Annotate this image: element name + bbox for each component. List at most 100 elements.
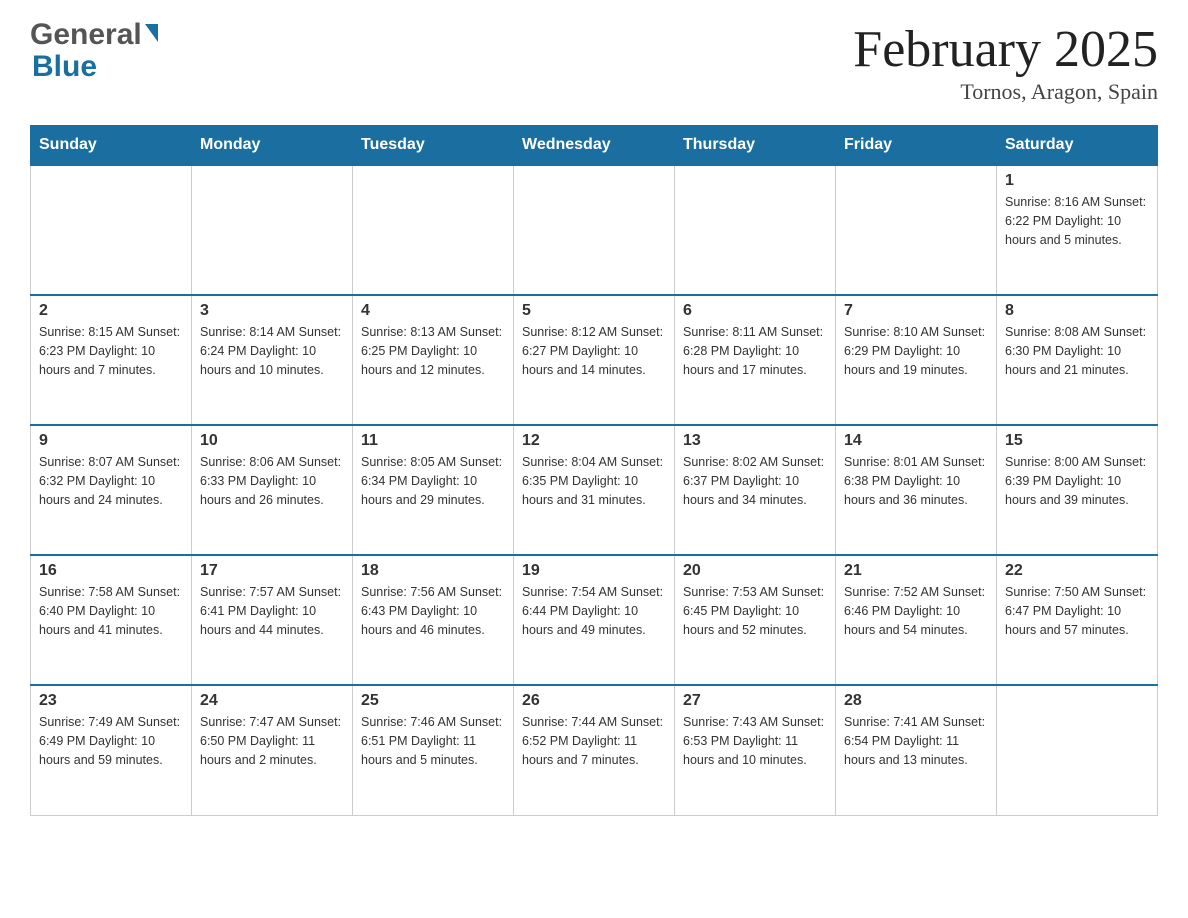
calendar-cell	[192, 165, 353, 295]
calendar-cell: 17 Sunrise: 7:57 AM Sunset: 6:41 PM Dayli…	[192, 555, 353, 685]
day-info: Sunrise: 7:52 AM Sunset: 6:46 PM Dayligh…	[844, 583, 988, 639]
day-number: 6	[683, 302, 827, 320]
calendar-cell: 6 Sunrise: 8:11 AM Sunset: 6:28 PM Daylig…	[675, 295, 836, 425]
day-number: 23	[39, 692, 183, 710]
calendar-cell: 7 Sunrise: 8:10 AM Sunset: 6:29 PM Daylig…	[836, 295, 997, 425]
calendar-cell: 26 Sunrise: 7:44 AM Sunset: 6:52 PM Dayli…	[514, 685, 675, 815]
day-info: Sunrise: 7:47 AM Sunset: 6:50 PM Dayligh…	[200, 713, 344, 769]
day-number: 11	[361, 432, 505, 450]
day-number: 3	[200, 302, 344, 320]
calendar-cell: 8 Sunrise: 8:08 AM Sunset: 6:30 PM Daylig…	[997, 295, 1158, 425]
calendar-cell: 3 Sunrise: 8:14 AM Sunset: 6:24 PM Daylig…	[192, 295, 353, 425]
day-info: Sunrise: 7:50 AM Sunset: 6:47 PM Dayligh…	[1005, 583, 1149, 639]
day-info: Sunrise: 7:49 AM Sunset: 6:49 PM Dayligh…	[39, 713, 183, 769]
day-info: Sunrise: 7:57 AM Sunset: 6:41 PM Dayligh…	[200, 583, 344, 639]
calendar-cell: 12 Sunrise: 8:04 AM Sunset: 6:35 PM Dayli…	[514, 425, 675, 555]
calendar-cell: 18Sunrise: 7:56 AM Sunset: 6:43 PM Dayli…	[353, 555, 514, 685]
day-info: Sunrise: 7:46 AM Sunset: 6:51 PM Dayligh…	[361, 713, 505, 769]
day-number: 2	[39, 302, 183, 320]
day-info: Sunrise: 8:12 AM Sunset: 6:27 PM Dayligh…	[522, 323, 666, 379]
calendar-cell: 13 Sunrise: 8:02 AM Sunset: 6:37 PM Dayli…	[675, 425, 836, 555]
day-info: Sunrise: 8:04 AM Sunset: 6:35 PM Dayligh…	[522, 453, 666, 509]
day-number: 8	[1005, 302, 1149, 320]
day-number: 20	[683, 562, 827, 580]
day-header-thursday: Thursday	[675, 126, 836, 166]
logo-general-text: General	[30, 20, 142, 50]
title-block: February 2025 Tornos, Aragon, Spain	[853, 20, 1158, 105]
calendar-cell	[353, 165, 514, 295]
day-number: 1	[1005, 172, 1149, 190]
logo: General Blue	[30, 20, 158, 84]
calendar-cell	[836, 165, 997, 295]
day-info: Sunrise: 8:15 AM Sunset: 6:23 PM Dayligh…	[39, 323, 183, 379]
calendar-cell: 28 Sunrise: 7:41 AM Sunset: 6:54 PM Dayli…	[836, 685, 997, 815]
calendar-cell: 2 Sunrise: 8:15 AM Sunset: 6:23 PM Daylig…	[31, 295, 192, 425]
calendar-cell	[514, 165, 675, 295]
day-number: 22	[1005, 562, 1149, 580]
day-info: Sunrise: 8:16 AM Sunset: 6:22 PM Dayligh…	[1005, 193, 1149, 249]
day-number: 13	[683, 432, 827, 450]
day-info: Sunrise: 8:10 AM Sunset: 6:29 PM Dayligh…	[844, 323, 988, 379]
day-header-tuesday: Tuesday	[353, 126, 514, 166]
calendar-cell: 21 Sunrise: 7:52 AM Sunset: 6:46 PM Dayli…	[836, 555, 997, 685]
week-row-1: 1 Sunrise: 8:16 AM Sunset: 6:22 PM Daylig…	[31, 165, 1158, 295]
day-info: Sunrise: 8:02 AM Sunset: 6:37 PM Dayligh…	[683, 453, 827, 509]
day-info: Sunrise: 8:11 AM Sunset: 6:28 PM Dayligh…	[683, 323, 827, 379]
calendar-cell: 11Sunrise: 8:05 AM Sunset: 6:34 PM Dayli…	[353, 425, 514, 555]
calendar-cell: 14 Sunrise: 8:01 AM Sunset: 6:38 PM Dayli…	[836, 425, 997, 555]
day-info: Sunrise: 8:07 AM Sunset: 6:32 PM Dayligh…	[39, 453, 183, 509]
calendar-body: 1 Sunrise: 8:16 AM Sunset: 6:22 PM Daylig…	[31, 165, 1158, 815]
day-number: 17	[200, 562, 344, 580]
calendar-cell: 1 Sunrise: 8:16 AM Sunset: 6:22 PM Daylig…	[997, 165, 1158, 295]
calendar-cell	[31, 165, 192, 295]
day-number: 27	[683, 692, 827, 710]
day-info: Sunrise: 8:08 AM Sunset: 6:30 PM Dayligh…	[1005, 323, 1149, 379]
day-number: 21	[844, 562, 988, 580]
calendar-cell: 20Sunrise: 7:53 AM Sunset: 6:45 PM Dayli…	[675, 555, 836, 685]
day-number: 7	[844, 302, 988, 320]
day-info: Sunrise: 8:06 AM Sunset: 6:33 PM Dayligh…	[200, 453, 344, 509]
day-number: 24	[200, 692, 344, 710]
day-info: Sunrise: 8:01 AM Sunset: 6:38 PM Dayligh…	[844, 453, 988, 509]
day-info: Sunrise: 7:41 AM Sunset: 6:54 PM Dayligh…	[844, 713, 988, 769]
calendar-cell: 25Sunrise: 7:46 AM Sunset: 6:51 PM Dayli…	[353, 685, 514, 815]
calendar-cell: 5Sunrise: 8:12 AM Sunset: 6:27 PM Daylig…	[514, 295, 675, 425]
day-header-wednesday: Wednesday	[514, 126, 675, 166]
calendar-cell: 9 Sunrise: 8:07 AM Sunset: 6:32 PM Daylig…	[31, 425, 192, 555]
week-row-5: 23 Sunrise: 7:49 AM Sunset: 6:49 PM Dayli…	[31, 685, 1158, 815]
day-header-friday: Friday	[836, 126, 997, 166]
week-row-4: 16 Sunrise: 7:58 AM Sunset: 6:40 PM Dayli…	[31, 555, 1158, 685]
calendar-cell: 19 Sunrise: 7:54 AM Sunset: 6:44 PM Dayli…	[514, 555, 675, 685]
day-number: 9	[39, 432, 183, 450]
location-subtitle: Tornos, Aragon, Spain	[853, 79, 1158, 105]
day-info: Sunrise: 7:54 AM Sunset: 6:44 PM Dayligh…	[522, 583, 666, 639]
day-number: 19	[522, 562, 666, 580]
day-header-sunday: Sunday	[31, 126, 192, 166]
day-number: 28	[844, 692, 988, 710]
week-row-2: 2 Sunrise: 8:15 AM Sunset: 6:23 PM Daylig…	[31, 295, 1158, 425]
calendar-cell: 10 Sunrise: 8:06 AM Sunset: 6:33 PM Dayli…	[192, 425, 353, 555]
day-info: Sunrise: 7:44 AM Sunset: 6:52 PM Dayligh…	[522, 713, 666, 769]
calendar-cell: 15Sunrise: 8:00 AM Sunset: 6:39 PM Dayli…	[997, 425, 1158, 555]
calendar-header: SundayMondayTuesdayWednesdayThursdayFrid…	[31, 126, 1158, 166]
day-info: Sunrise: 8:13 AM Sunset: 6:25 PM Dayligh…	[361, 323, 505, 379]
day-info: Sunrise: 8:14 AM Sunset: 6:24 PM Dayligh…	[200, 323, 344, 379]
calendar-cell: 23 Sunrise: 7:49 AM Sunset: 6:49 PM Dayli…	[31, 685, 192, 815]
calendar-cell: 22 Sunrise: 7:50 AM Sunset: 6:47 PM Dayli…	[997, 555, 1158, 685]
day-number: 26	[522, 692, 666, 710]
calendar-cell: 16 Sunrise: 7:58 AM Sunset: 6:40 PM Dayli…	[31, 555, 192, 685]
header-row: SundayMondayTuesdayWednesdayThursdayFrid…	[31, 126, 1158, 166]
calendar-cell: 4 Sunrise: 8:13 AM Sunset: 6:25 PM Daylig…	[353, 295, 514, 425]
day-info: Sunrise: 7:58 AM Sunset: 6:40 PM Dayligh…	[39, 583, 183, 639]
day-info: Sunrise: 7:43 AM Sunset: 6:53 PM Dayligh…	[683, 713, 827, 769]
day-number: 12	[522, 432, 666, 450]
day-header-monday: Monday	[192, 126, 353, 166]
day-number: 14	[844, 432, 988, 450]
week-row-3: 9 Sunrise: 8:07 AM Sunset: 6:32 PM Daylig…	[31, 425, 1158, 555]
day-number: 16	[39, 562, 183, 580]
logo-blue-text: Blue	[32, 50, 97, 84]
day-number: 10	[200, 432, 344, 450]
day-number: 4	[361, 302, 505, 320]
page-header: General Blue February 2025 Tornos, Arago…	[30, 20, 1158, 105]
calendar-cell	[997, 685, 1158, 815]
